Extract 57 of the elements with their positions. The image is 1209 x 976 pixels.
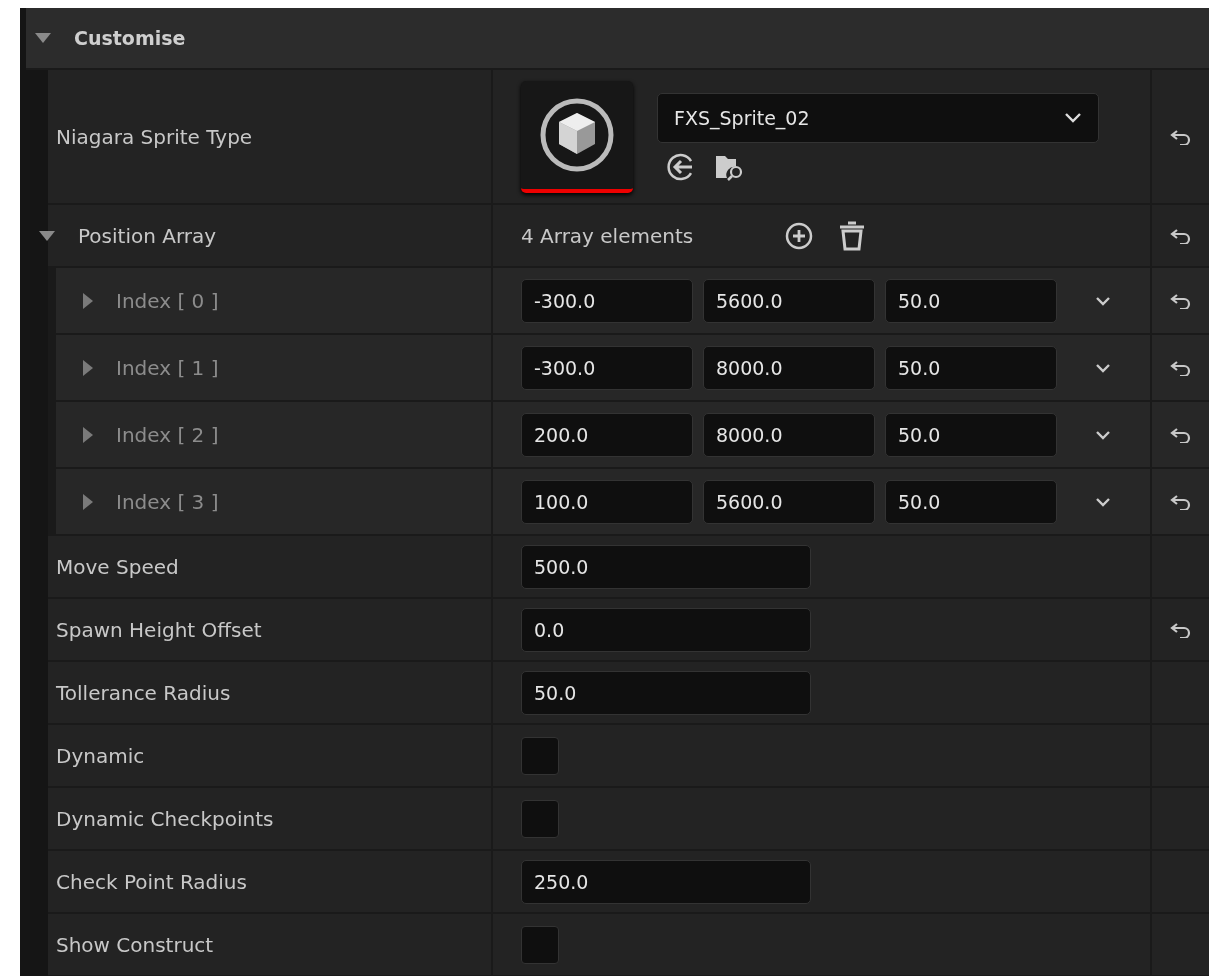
checkbox[interactable] [521, 736, 559, 775]
collapse-arrow-icon[interactable] [38, 229, 56, 242]
chevron-down-icon[interactable] [1095, 295, 1111, 306]
property-label: Spawn Height Offset [56, 617, 262, 642]
checkbox[interactable] [521, 799, 559, 838]
vector-field[interactable]: -300.0 [521, 278, 693, 323]
vector-field[interactable]: 8000.0 [703, 412, 875, 457]
vector-field[interactable]: 5600.0 [703, 278, 875, 323]
expand-arrow-icon[interactable] [82, 358, 94, 377]
checkbox[interactable] [521, 925, 559, 964]
use-selected-icon[interactable] [667, 152, 695, 181]
vector-field[interactable]: 50.0 [885, 479, 1057, 524]
expand-arrow-icon[interactable] [82, 425, 94, 444]
vector-field[interactable]: 50.0 [885, 278, 1057, 323]
section-header[interactable]: Customise [26, 8, 1209, 70]
vector-field[interactable]: 200.0 [521, 412, 693, 457]
property-label: Show Construct [56, 932, 214, 957]
vector-field[interactable]: -300.0 [521, 345, 693, 390]
collapse-arrow-icon[interactable] [34, 32, 52, 44]
add-element-icon[interactable] [785, 221, 814, 250]
property-label: Move Speed [56, 554, 179, 579]
vector-field[interactable]: 8000.0 [703, 345, 875, 390]
reset-arrow-icon[interactable] [1169, 493, 1192, 510]
vector-field[interactable]: 50.0 [885, 345, 1057, 390]
chevron-down-icon[interactable] [1095, 429, 1111, 440]
property-label: Dynamic Checkpoints [56, 806, 274, 831]
reset-arrow-icon[interactable] [1169, 292, 1192, 309]
reset-arrow-icon[interactable] [1169, 128, 1192, 145]
element-label: Index [ 0 ] [116, 288, 219, 313]
element-label: Index [ 2 ] [116, 422, 219, 447]
array-count: 4 Array elements [521, 223, 694, 248]
trash-icon[interactable] [839, 220, 866, 251]
asset-dropdown[interactable]: FXS_Sprite_02 [657, 92, 1099, 143]
reset-arrow-icon[interactable] [1169, 426, 1192, 443]
chevron-down-icon[interactable] [1095, 362, 1111, 373]
reset-arrow-icon[interactable] [1169, 621, 1192, 638]
element-label: Index [ 3 ] [116, 489, 219, 514]
expand-arrow-icon[interactable] [82, 492, 94, 511]
number-field[interactable]: 500.0 [521, 544, 811, 589]
number-field[interactable]: 50.0 [521, 670, 811, 715]
number-field[interactable]: 250.0 [521, 859, 811, 904]
element-label: Index [ 1 ] [116, 355, 219, 380]
asset-thumbnail[interactable] [521, 80, 633, 193]
chevron-down-icon[interactable] [1064, 111, 1082, 124]
vector-field[interactable]: 100.0 [521, 479, 693, 524]
chevron-down-icon[interactable] [1095, 496, 1111, 507]
reset-arrow-icon[interactable] [1169, 227, 1192, 244]
vector-field[interactable]: 50.0 [885, 412, 1057, 457]
vector-field[interactable]: 5600.0 [703, 479, 875, 524]
property-label: Tollerance Radius [56, 680, 231, 705]
reset-arrow-icon[interactable] [1169, 359, 1192, 376]
expand-arrow-icon[interactable] [82, 291, 94, 310]
number-field[interactable]: 0.0 [521, 607, 811, 652]
property-label: Check Point Radius [56, 869, 247, 894]
property-label: Dynamic [56, 743, 145, 768]
property-label: Niagara Sprite Type [56, 124, 253, 149]
property-label: Position Array [78, 223, 217, 248]
